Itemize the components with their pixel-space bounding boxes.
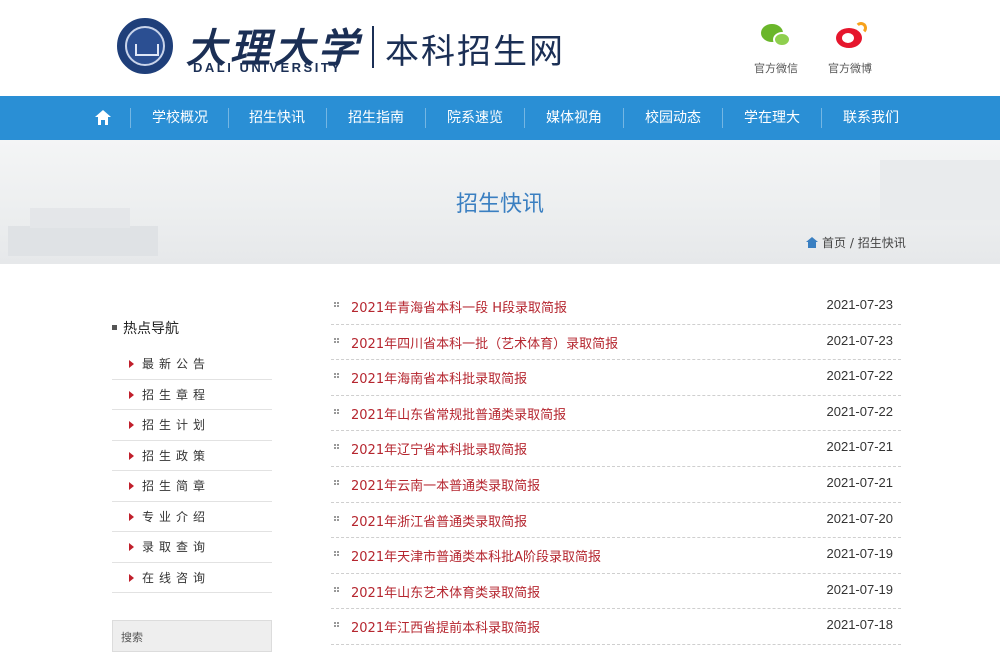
main-nav: 学校概况 招生快讯 招生指南 院系速览 媒体视角 校园动态 学在理大 联系我们 — [0, 96, 1000, 140]
nav-item-school-overview[interactable]: 学校概况 — [132, 96, 228, 140]
list-item: 2021年青海省本科一段 H段录取简报 2021-07-23 — [331, 289, 901, 325]
news-date: 2021-07-22 — [826, 403, 894, 419]
list-item: 2021年天津市普通类本科批A阶段录取简报 2021-07-19 — [331, 538, 901, 574]
news-date: 2021-07-19 — [826, 581, 894, 597]
wechat-icon — [759, 22, 793, 52]
breadcrumb-home[interactable]: 首页 — [822, 236, 846, 250]
home-icon[interactable] — [95, 110, 111, 126]
sidebar-item-admission-plan[interactable]: 招生计划 — [112, 410, 272, 441]
news-title-link[interactable]: 2021年浙江省普通类录取简报 — [351, 511, 527, 530]
news-date: 2021-07-21 — [826, 439, 894, 455]
caret-right-icon — [129, 512, 134, 521]
breadcrumb-current: 招生快讯 — [857, 236, 906, 250]
nav-item-admission-news[interactable]: 招生快讯 — [229, 96, 325, 140]
nav-item-campus-news[interactable]: 校园动态 — [624, 96, 722, 140]
home-icon[interactable] — [806, 237, 818, 248]
sidebar-item-admission-charter[interactable]: 招生章程 — [112, 380, 272, 410]
caret-right-icon — [129, 482, 134, 490]
caret-right-icon — [129, 451, 134, 460]
bullet-icon — [334, 551, 339, 557]
sidebar-item-online-consult[interactable]: 在线咨询 — [112, 563, 272, 593]
nav-divider — [130, 108, 131, 128]
bullet-icon — [334, 479, 339, 485]
caret-right-icon — [129, 573, 134, 582]
site-name[interactable]: 本科招生网 — [385, 24, 565, 73]
bullet-icon — [334, 515, 339, 521]
news-date: 2021-07-20 — [826, 510, 894, 526]
news-title-link[interactable]: 2021年辽宁省本科批录取简报 — [351, 439, 527, 458]
university-emblem-icon[interactable] — [117, 18, 173, 74]
nav-item-study-at-dali[interactable]: 学在理大 — [723, 96, 821, 140]
news-date: 2021-07-23 — [826, 297, 894, 312]
news-date: 2021-07-22 — [826, 368, 894, 384]
page-title: 招生快讯 — [455, 192, 544, 217]
sidebar-item-admission-policy[interactable]: 招生政策 — [112, 441, 272, 471]
caret-right-icon — [129, 390, 134, 399]
list-item: 2021年浙江省普通类录取简报 2021-07-20 — [331, 503, 901, 539]
weibo-link[interactable]: 官方微博 — [820, 22, 880, 76]
logo-divider — [372, 26, 374, 68]
list-item: 2021年云南一本普通类录取简报 2021-07-21 — [331, 467, 901, 503]
news-title-link[interactable]: 2021年海南省本科批录取简报 — [351, 368, 527, 387]
list-item: 2021年海南省本科批录取简报 2021-07-22 — [331, 360, 901, 396]
caret-right-icon — [129, 543, 134, 551]
news-title-link[interactable]: 2021年江西省提前本科录取简报 — [351, 617, 540, 636]
nav-item-contact[interactable]: 联系我们 — [822, 96, 920, 140]
news-title-link[interactable]: 2021年云南一本普通类录取简报 — [351, 475, 540, 494]
sidebar-item-admission-query[interactable]: 录取查询 — [112, 532, 272, 563]
bullet-icon — [334, 444, 339, 450]
banner-building-image — [8, 226, 158, 256]
search-input[interactable]: 搜索 — [112, 620, 272, 652]
list-item: 2021年四川省本科一批（艺术体育）录取简报 2021-07-23 — [331, 325, 901, 361]
nav-item-media[interactable]: 媒体视角 — [525, 96, 623, 140]
list-item: 2021年山东省常规批普通类录取简报 2021-07-22 — [331, 396, 901, 432]
breadcrumb-separator: / — [849, 236, 854, 250]
sidebar-nav: 最新公告 招生章程 招生计划 招生政策 招生简章 专业介绍 录取查询 在线咨询 — [112, 349, 272, 593]
news-title-link[interactable]: 2021年山东省常规批普通类录取简报 — [351, 404, 566, 423]
news-title-link[interactable]: 2021年青海省本科一段 H段录取简报 — [351, 297, 567, 316]
sidebar-item-admission-brochure[interactable]: 招生简章 — [112, 471, 272, 502]
sidebar-item-majors[interactable]: 专业介绍 — [112, 502, 272, 532]
nav-item-admission-guide[interactable]: 招生指南 — [327, 96, 425, 140]
list-item: 2021年辽宁省本科批录取简报 2021-07-21 — [331, 431, 901, 467]
weibo-icon — [833, 22, 867, 52]
news-title-link[interactable]: 2021年山东艺术体育类录取简报 — [351, 582, 540, 601]
news-title-link[interactable]: 2021年天津市普通类本科批A阶段录取简报 — [351, 546, 601, 565]
wechat-link[interactable]: 官方微信 — [746, 22, 806, 76]
news-date: 2021-07-21 — [826, 474, 894, 490]
news-title-link[interactable]: 2021年四川省本科一批（艺术体育）录取简报 — [351, 333, 618, 352]
caret-right-icon — [129, 421, 134, 429]
nav-item-departments[interactable]: 院系速览 — [426, 96, 524, 140]
bullet-icon — [334, 408, 339, 414]
news-list: 2021年青海省本科一段 H段录取简报 2021-07-23 2021年四川省本… — [331, 289, 901, 645]
bullet-icon — [334, 302, 339, 307]
page-banner: 招生快讯 首页 / 招生快讯 — [0, 140, 1000, 264]
bullet-icon — [334, 622, 339, 628]
wechat-label: 官方微信 — [754, 62, 798, 75]
site-header: 大理大学 DALI UNIVERSITY 本科招生网 官方微信 官方微博 — [0, 0, 1000, 96]
news-date: 2021-07-23 — [826, 332, 894, 348]
list-item: 2021年山东艺术体育类录取简报 2021-07-19 — [331, 574, 901, 610]
news-date: 2021-07-19 — [826, 546, 894, 562]
news-date: 2021-07-18 — [826, 617, 894, 633]
breadcrumb: 首页 / 招生快讯 — [806, 234, 906, 251]
list-item: 2021年江西省提前本科录取简报 2021-07-18 — [331, 609, 901, 645]
sidebar-title: 热点导航 — [112, 318, 179, 338]
bullet-icon — [334, 586, 339, 592]
bullet-icon — [334, 373, 339, 379]
bullet-icon — [334, 337, 339, 343]
weibo-label: 官方微博 — [828, 62, 872, 75]
caret-right-icon — [129, 360, 134, 368]
sidebar-item-latest-notice[interactable]: 最新公告 — [112, 349, 272, 380]
logo-english-name[interactable]: DALI UNIVERSITY — [193, 60, 342, 75]
